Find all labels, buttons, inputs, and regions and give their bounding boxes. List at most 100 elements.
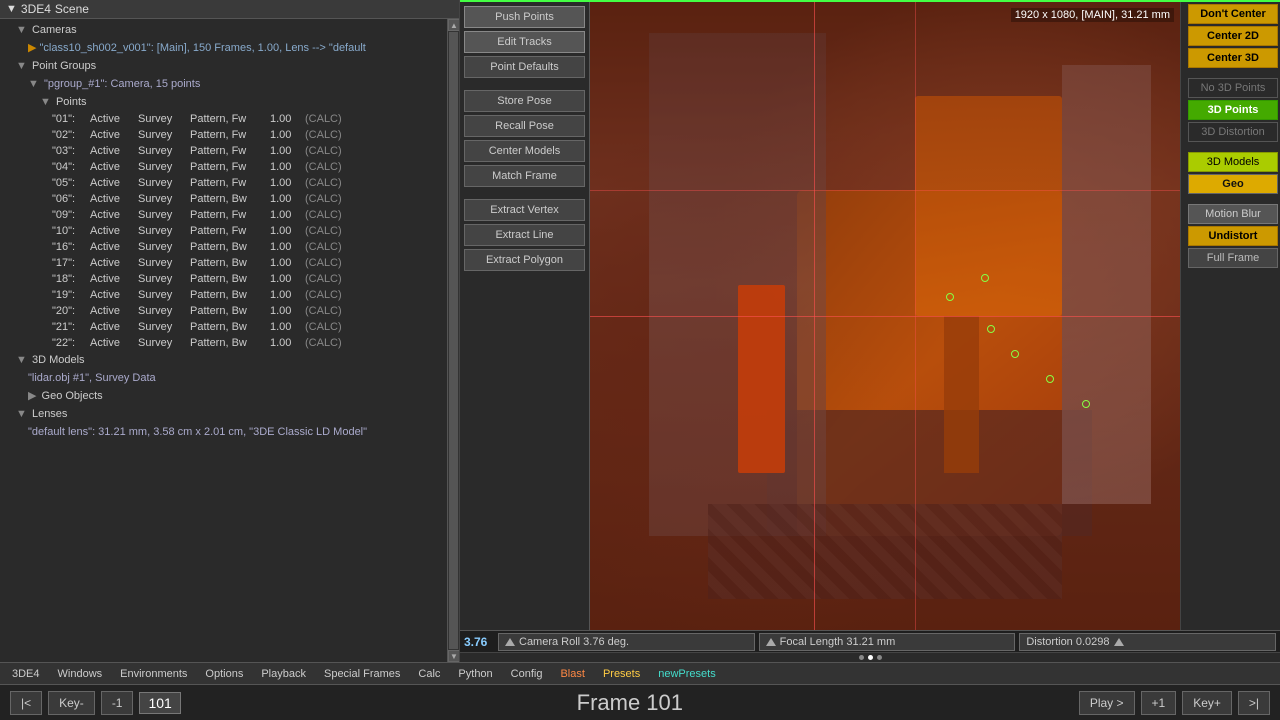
lidar-entry[interactable]: "lidar.obj #1", Survey Data xyxy=(0,369,447,387)
camera-roll-indicator[interactable]: Camera Roll 3.76 deg. xyxy=(498,633,755,651)
point-row-21[interactable]: "21":ActiveSurveyPattern, Bw1.00(CALC) xyxy=(0,319,447,335)
recall-pose-button[interactable]: Recall Pose xyxy=(464,115,585,137)
cameras-section: ▼ Cameras xyxy=(0,21,447,39)
pgroup-entry[interactable]: ▼ "pgroup_#1": Camera, 15 points xyxy=(0,75,447,93)
geo-button[interactable]: Geo xyxy=(1188,174,1278,194)
3d-points-button[interactable]: 3D Points xyxy=(1188,100,1278,120)
menu-blast[interactable]: Blast xyxy=(552,666,592,682)
timeline-area[interactable] xyxy=(460,652,1280,662)
point-groups-arrow: ▼ xyxy=(16,60,27,72)
floor-pattern xyxy=(708,504,1062,598)
key-minus-button[interactable]: Key- xyxy=(48,691,95,715)
viewport-top: Push Points Edit Tracks Point Defaults S… xyxy=(460,2,1280,630)
scrub-dot-1 xyxy=(859,655,864,660)
point-row-09[interactable]: "09":ActiveSurveyPattern, Fw1.00(CALC) xyxy=(0,207,447,223)
match-frame-button[interactable]: Match Frame xyxy=(464,165,585,187)
models-label: 3D Models xyxy=(32,354,85,366)
menu-playback[interactable]: Playback xyxy=(253,666,314,682)
viewport-info-text: 1920 x 1080, [MAIN], 31.21 mm xyxy=(1015,9,1170,21)
motion-blur-button[interactable]: Motion Blur xyxy=(1188,204,1278,224)
scroll-thumb[interactable] xyxy=(449,32,458,649)
extract-line-button[interactable]: Extract Line xyxy=(464,224,585,246)
play-label: Play > xyxy=(1090,696,1124,710)
menu-config[interactable]: Config xyxy=(503,666,551,682)
minus-one-button[interactable]: -1 xyxy=(101,691,134,715)
menu-calc[interactable]: Calc xyxy=(410,666,448,682)
point-row-17[interactable]: "17":ActiveSurveyPattern, Bw1.00(CALC) xyxy=(0,255,447,271)
menu-windows[interactable]: Windows xyxy=(50,666,111,682)
center-2d-button[interactable]: Center 2D xyxy=(1188,26,1278,46)
panel-title-text: 3DE4 xyxy=(21,2,51,16)
menu-environments[interactable]: Environments xyxy=(112,666,195,682)
point-row-16[interactable]: "16":ActiveSurveyPattern, Bw1.00(CALC) xyxy=(0,239,447,255)
3d-models-button[interactable]: 3D Models xyxy=(1188,152,1278,172)
playback-bar: |< Key- -1 101 Frame 101 Play > +1 Key+ … xyxy=(0,684,1280,720)
frame-number-box[interactable]: 101 xyxy=(139,692,180,714)
panel-wrapper: ▼ Cameras ▶ "class10_sh002_v001": [Main]… xyxy=(0,19,459,662)
point-defaults-button[interactable]: Point Defaults xyxy=(464,56,585,78)
full-frame-button[interactable]: Full Frame xyxy=(1188,248,1278,268)
key-plus-button[interactable]: Key+ xyxy=(1182,691,1232,715)
point-row-20[interactable]: "20":ActiveSurveyPattern, Bw1.00(CALC) xyxy=(0,303,447,319)
frame-display-text: Frame 101 xyxy=(577,690,683,715)
key-minus-label: Key- xyxy=(59,696,84,710)
push-points-button[interactable]: Push Points xyxy=(464,6,585,28)
left-panel-scrollbar[interactable]: ▲ ▼ xyxy=(447,19,459,662)
tree-container[interactable]: ▼ Cameras ▶ "class10_sh002_v001": [Main]… xyxy=(0,19,447,662)
point-row-18[interactable]: "18":ActiveSurveyPattern, Bw1.00(CALC) xyxy=(0,271,447,287)
scrubber-dots xyxy=(462,655,1278,660)
camera-roll-label: Camera Roll 3.76 deg. xyxy=(519,636,629,648)
menu-3de4[interactable]: 3DE4 xyxy=(4,666,48,682)
point-row-03[interactable]: "03":ActiveSurveyPattern, Fw1.00(CALC) xyxy=(0,143,447,159)
point-row-10[interactable]: "10":ActiveSurveyPattern, Fw1.00(CALC) xyxy=(0,223,447,239)
point-row-22[interactable]: "22":ActiveSurveyPattern, Bw1.00(CALC) xyxy=(0,335,447,351)
cameras-label: Cameras xyxy=(32,24,77,36)
scroll-down-btn[interactable]: ▼ xyxy=(448,650,459,662)
focal-length-indicator[interactable]: Focal Length 31.21 mm xyxy=(759,633,1016,651)
point-row-02[interactable]: "02":ActiveSurveyPattern, Fw1.00(CALC) xyxy=(0,127,447,143)
focal-length-triangle xyxy=(766,638,776,646)
menu-options[interactable]: Options xyxy=(197,666,251,682)
extract-polygon-button[interactable]: Extract Polygon xyxy=(464,249,585,271)
3d-distortion-button[interactable]: 3D Distortion xyxy=(1188,122,1278,142)
extract-vertex-button[interactable]: Extract Vertex xyxy=(464,199,585,221)
viewport-main[interactable]: 1920 x 1080, [MAIN], 31.21 mm xyxy=(590,2,1180,630)
no-3d-points-button[interactable]: No 3D Points xyxy=(1188,78,1278,98)
crosshair-h2 xyxy=(590,190,1180,191)
dont-center-button[interactable]: Don't Center xyxy=(1188,4,1278,24)
menu-python[interactable]: Python xyxy=(450,666,500,682)
undistort-button[interactable]: Undistort xyxy=(1188,226,1278,246)
track-dot-2 xyxy=(987,325,995,333)
edit-tracks-button[interactable]: Edit Tracks xyxy=(464,31,585,53)
point-row-06[interactable]: "06":ActiveSurveyPattern, Bw1.00(CALC) xyxy=(0,191,447,207)
prev-key-button[interactable]: |< xyxy=(10,691,42,715)
points-section: ▼ Points xyxy=(0,93,447,111)
plus-one-button[interactable]: +1 xyxy=(1141,691,1177,715)
menu-new-presets[interactable]: newPresets xyxy=(650,666,723,682)
point-row-05[interactable]: "05":ActiveSurveyPattern, Fw1.00(CALC) xyxy=(0,175,447,191)
store-pose-button[interactable]: Store Pose xyxy=(464,90,585,112)
lens-entry[interactable]: "default lens": 31.21 mm, 3.58 cm x 2.01… xyxy=(0,423,447,441)
focal-length-label: Focal Length 31.21 mm xyxy=(780,636,896,648)
distortion-indicator[interactable]: Distortion 0.0298 xyxy=(1019,633,1276,651)
play-button[interactable]: Play > xyxy=(1079,691,1135,715)
point-row-19[interactable]: "19":ActiveSurveyPattern, Bw1.00(CALC) xyxy=(0,287,447,303)
menu-special-frames[interactable]: Special Frames xyxy=(316,666,408,682)
pgroup-text: "pgroup_#1": Camera, 15 points xyxy=(44,78,200,90)
next-key-button[interactable]: >| xyxy=(1238,691,1270,715)
points-arrow: ▼ xyxy=(40,96,51,108)
center-models-button[interactable]: Center Models xyxy=(464,140,585,162)
viewport-area: Push Points Edit Tracks Point Defaults S… xyxy=(460,0,1280,662)
center-3d-button[interactable]: Center 3D xyxy=(1188,48,1278,68)
scroll-up-btn[interactable]: ▲ xyxy=(448,19,459,31)
points-label: Points xyxy=(56,96,87,108)
status-bar: 3.76 Camera Roll 3.76 deg. Focal Length … xyxy=(460,630,1280,652)
point-row-01[interactable]: "01":ActiveSurveyPattern, Fw1.00(CALC) xyxy=(0,111,447,127)
point-row-04[interactable]: "04":ActiveSurveyPattern, Fw1.00(CALC) xyxy=(0,159,447,175)
machinery-post xyxy=(944,316,979,473)
track-dot-3 xyxy=(1011,350,1019,358)
machinery-arm xyxy=(738,285,785,473)
menu-presets[interactable]: Presets xyxy=(595,666,648,682)
camera-entry[interactable]: ▶ "class10_sh002_v001": [Main], 150 Fram… xyxy=(0,39,447,57)
geo-objects-entry[interactable]: ▶ Geo Objects xyxy=(0,387,447,405)
